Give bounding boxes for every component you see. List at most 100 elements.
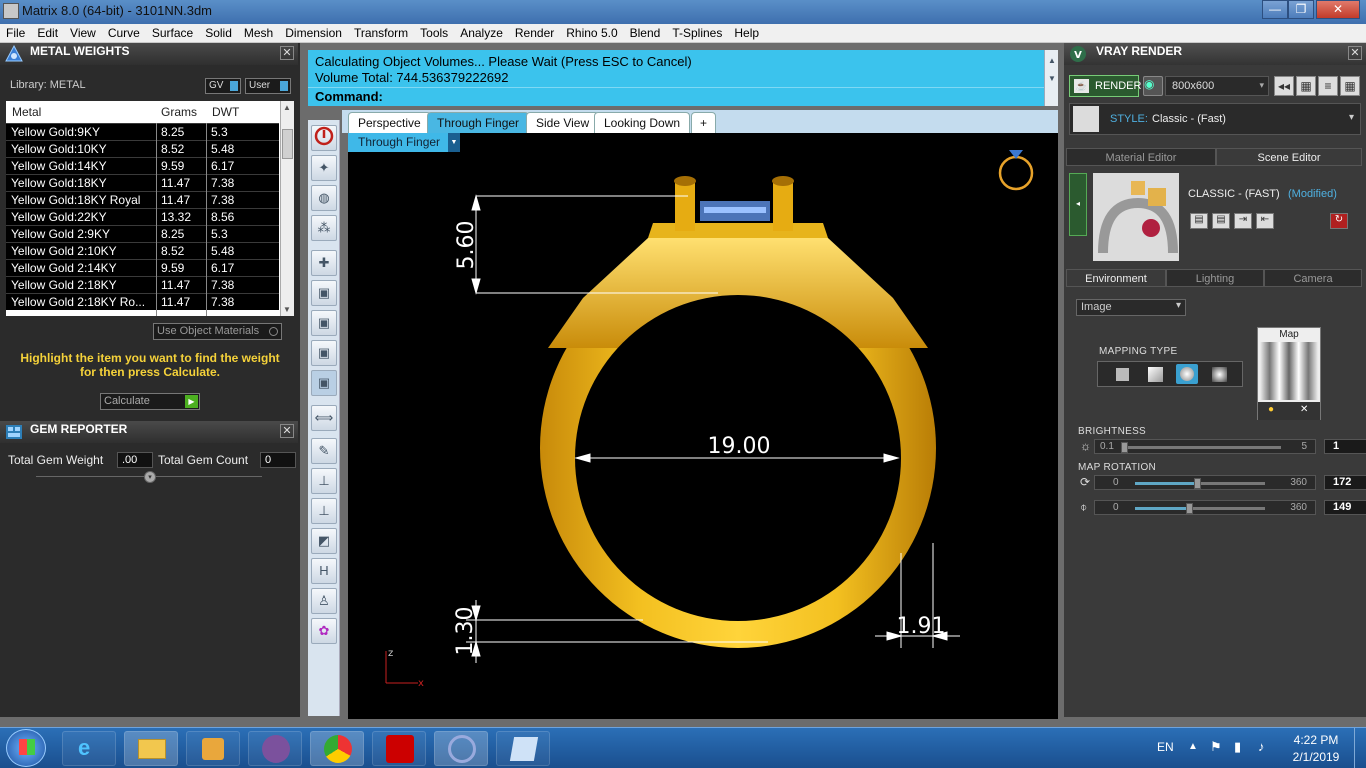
hide-icon[interactable]: H (311, 558, 337, 584)
language-indicator[interactable]: EN (1157, 740, 1174, 754)
command-scrollbar[interactable]: ▲ ▼ (1044, 50, 1058, 106)
rotation-h-knob[interactable] (1194, 478, 1201, 489)
metal-weights-close-icon[interactable]: ✕ (280, 46, 294, 60)
scroll-up-icon[interactable]: ▲ (1048, 56, 1056, 65)
signal-icon[interactable]: ▮ (1234, 739, 1241, 755)
eye-icon[interactable]: ◉ (1143, 76, 1163, 96)
metal-row[interactable]: Yellow Gold 2:18KY 11.47 7.38 (6, 276, 279, 293)
menu-transform[interactable]: Transform (348, 24, 414, 42)
brightness-value[interactable]: 1 (1324, 439, 1366, 454)
list-icon[interactable]: ≡ (1318, 76, 1338, 96)
tab-material-editor[interactable]: Material Editor (1066, 148, 1216, 166)
grid-icon[interactable]: ▦ (1340, 76, 1360, 96)
use-object-materials-button[interactable]: Use Object Materials (153, 323, 282, 340)
mapping-sphere-icon[interactable] (1176, 364, 1198, 384)
metal-row[interactable]: Yellow Gold:9KY 8.25 5.3 (6, 123, 279, 140)
menu-help[interactable]: Help (728, 24, 765, 42)
minimize-button[interactable]: — (1262, 0, 1288, 19)
chrome-icon[interactable] (310, 731, 364, 766)
nodes-icon[interactable]: ⁂ (311, 215, 337, 241)
save-icon[interactable]: ▤ (1190, 213, 1208, 229)
cube-front-icon[interactable]: ▣ (311, 310, 337, 336)
collapse-icon[interactable]: ◂ (1069, 173, 1087, 236)
metal-row[interactable]: Yellow Gold 2:14KY 9.59 6.17 (6, 259, 279, 276)
color-wheel-icon[interactable]: ● (1268, 404, 1274, 415)
scroll-down-icon[interactable]: ▼ (1048, 74, 1056, 83)
globe-icon[interactable]: ◍ (311, 185, 337, 211)
clock-date[interactable]: 2/1/2019 (1290, 750, 1342, 764)
mapping-box-icon[interactable] (1148, 367, 1163, 382)
rotation-v-slider[interactable]: 0 360 (1094, 500, 1316, 515)
metal-table[interactable]: Metal Grams DWT Yellow Gold:9KY 8.25 5.3 Ye… (6, 101, 294, 316)
metal-row[interactable]: Yellow Gold 2:9KY 8.25 5.3 (6, 225, 279, 242)
tab-scene-editor[interactable]: Scene Editor (1216, 148, 1362, 166)
mapping-plane-icon[interactable] (1116, 368, 1129, 381)
matrix-app-icon[interactable] (434, 731, 488, 766)
menu-render[interactable]: Render (509, 24, 560, 42)
viber-icon[interactable] (248, 731, 302, 766)
col-dwt[interactable]: DWT (212, 105, 239, 119)
spin-icon[interactable]: ✦ (311, 155, 337, 181)
start-button[interactable] (6, 729, 46, 767)
pen-icon[interactable]: ✎ (311, 438, 337, 464)
dimension-icon[interactable]: ⟺ (311, 405, 337, 431)
map-slot[interactable]: Map ● ✕ (1257, 327, 1321, 420)
save-as-icon[interactable]: ▤ (1212, 213, 1230, 229)
tab-looking-down[interactable]: Looking Down (594, 112, 691, 133)
power-icon[interactable] (311, 125, 337, 151)
metal-row[interactable]: Yellow Gold:18KY Royal 11.47 7.38 (6, 191, 279, 208)
menu-rhino[interactable]: Rhino 5.0 (560, 24, 623, 42)
axes-icon[interactable]: ✚ (311, 250, 337, 276)
metal-row[interactable]: Yellow Gold:22KY 13.32 8.56 (6, 208, 279, 225)
cube-icon[interactable]: ▣ (311, 280, 337, 306)
scroll-thumb[interactable] (282, 129, 293, 159)
close-window-button[interactable]: ✕ (1316, 0, 1360, 19)
metal-row[interactable]: Yellow Gold 2:18KY Ro... 11.47 7.38 (6, 293, 279, 310)
tray-chevron-icon[interactable]: ▲ (1188, 741, 1198, 752)
import-icon[interactable]: ⇤ (1256, 213, 1274, 229)
maximize-button[interactable]: ❐ (1288, 0, 1314, 19)
metal-table-scrollbar[interactable]: ▲ ▼ (280, 101, 294, 316)
gem-reporter-close-icon[interactable]: ✕ (280, 424, 294, 438)
calculate-button[interactable]: Calculate ▶ (100, 393, 200, 410)
menu-analyze[interactable]: Analyze (454, 24, 509, 42)
menu-solid[interactable]: Solid (199, 24, 238, 42)
rotation-h-slider[interactable]: 0 360 (1094, 475, 1316, 490)
dim-r-icon[interactable]: ⊥ (311, 498, 337, 524)
rotation-v-value[interactable]: 149 (1324, 500, 1366, 515)
prev-icon[interactable]: ◂◂ (1274, 76, 1294, 96)
viewport[interactable]: Through Finger ▼ 5.60 19.00 1.30 1.91 z … (348, 133, 1058, 719)
expand-icon[interactable]: ▾ (144, 471, 156, 483)
tab-perspective[interactable]: Perspective (348, 112, 431, 133)
scroll-down-icon[interactable]: ▼ (283, 305, 291, 314)
ie-icon[interactable]: e (62, 731, 116, 766)
remove-map-icon[interactable]: ✕ (1300, 404, 1308, 415)
brightness-slider[interactable]: 0.1 5 (1094, 439, 1316, 454)
reset-icon[interactable]: ↻ (1330, 213, 1348, 229)
menu-surface[interactable]: Surface (146, 24, 199, 42)
flag-icon[interactable]: ⚑ (1210, 739, 1222, 755)
rotation-v-knob[interactable] (1186, 503, 1193, 514)
explorer-icon[interactable] (124, 731, 178, 766)
menu-view[interactable]: View (64, 24, 102, 42)
metal-row[interactable]: Yellow Gold:10KY 8.52 5.48 (6, 140, 279, 157)
gear-icon[interactable]: ✿ (311, 618, 337, 644)
metal-row[interactable]: Yellow Gold:18KY 11.47 7.38 (6, 174, 279, 191)
command-input[interactable]: Command: (308, 87, 1044, 105)
menu-dimension[interactable]: Dimension (279, 24, 348, 42)
col-metal[interactable]: Metal (12, 105, 41, 119)
tab-lighting[interactable]: Lighting (1166, 269, 1264, 287)
resolution-select[interactable]: 800x600 ▾ (1165, 76, 1269, 96)
brightness-knob[interactable] (1121, 442, 1128, 453)
add-tab-button[interactable]: + (691, 112, 717, 133)
menu-file[interactable]: File (0, 24, 31, 42)
cube-side-icon[interactable]: ▣ (311, 340, 337, 366)
menu-edit[interactable]: Edit (31, 24, 64, 42)
menu-curve[interactable]: Curve (102, 24, 146, 42)
settings-icon[interactable]: ▦ (1296, 76, 1316, 96)
measure-icon[interactable]: ◩ (311, 528, 337, 554)
notes-icon[interactable] (496, 731, 550, 766)
dim-off-icon[interactable]: ⊥ (311, 468, 337, 494)
render-button[interactable]: ☕ RENDER (1069, 75, 1141, 97)
metal-row[interactable]: Yellow Gold 2:10KY 8.52 5.48 (6, 242, 279, 259)
